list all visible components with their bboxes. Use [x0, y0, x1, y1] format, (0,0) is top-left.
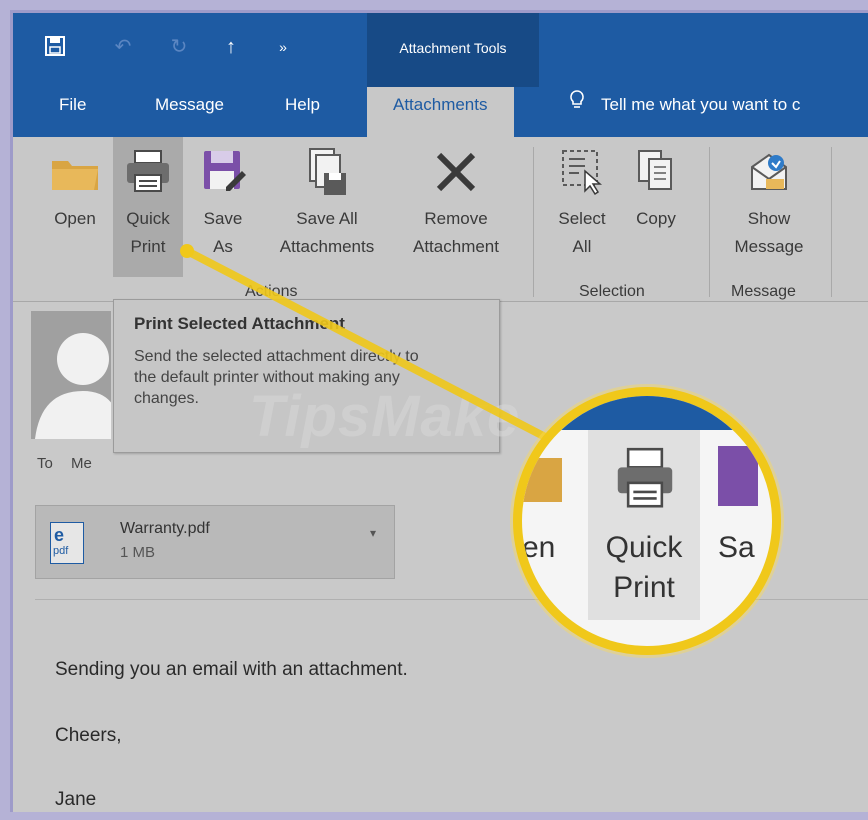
- save-all-label: Save All Attachments: [265, 205, 389, 261]
- title-bar: ↶ ↻ ↑ » Attachment Tools: [13, 13, 868, 87]
- remove-attachment-button[interactable]: Remove Attachment: [397, 137, 515, 277]
- show-message-label: Show Message: [725, 205, 813, 261]
- to-recipient[interactable]: Me: [71, 455, 92, 472]
- tab-attachments[interactable]: Attachments: [367, 87, 514, 137]
- select-all-label-line2: All: [572, 237, 592, 256]
- tab-help[interactable]: Help: [285, 87, 320, 137]
- open-label: Open: [54, 209, 96, 228]
- select-all-label-line1: Select: [558, 209, 606, 228]
- undo-icon[interactable]: ↶: [111, 35, 135, 59]
- zoom-right-partial: Sa: [718, 531, 755, 564]
- select-all-icon: [555, 145, 609, 199]
- save-as-icon: [196, 145, 250, 199]
- copy-button[interactable]: Copy: [623, 137, 689, 277]
- save-all-attachments-button[interactable]: Save All Attachments: [265, 137, 389, 277]
- show-message-button[interactable]: Show Message: [725, 137, 813, 277]
- save-as-label-line2: As: [213, 237, 233, 256]
- attachment-size: 1 MB: [120, 544, 156, 561]
- message-group-label: Message: [731, 283, 796, 300]
- show-message-icon: [742, 145, 796, 199]
- tab-message[interactable]: Message: [155, 87, 224, 137]
- selection-group-label: Selection: [579, 283, 645, 300]
- save-as-button[interactable]: Save As: [191, 137, 255, 277]
- zoom-folder-icon: [522, 458, 562, 502]
- more-icon[interactable]: »: [271, 35, 295, 59]
- redo-icon[interactable]: ↻: [167, 35, 191, 59]
- copy-label: Copy: [636, 209, 676, 228]
- body-line-3: Jane: [55, 789, 97, 810]
- show-message-label-line1: Show: [747, 209, 791, 228]
- body-line-2: Cheers,: [55, 725, 122, 746]
- save-icon[interactable]: [43, 35, 67, 59]
- ribbon-tabs: File Message Help Attachments Tell me wh…: [13, 87, 868, 137]
- zoom-callout: en Quick Print Sa: [513, 387, 781, 655]
- body-line-1: Sending you an email with an attachment.: [55, 659, 408, 680]
- watermark: TipsMake: [249, 384, 521, 449]
- save-all-label-line2: Attachments: [279, 237, 375, 256]
- tab-file[interactable]: File: [59, 87, 86, 137]
- zoom-quick-label: Quick: [605, 531, 683, 564]
- remove-label-line2: Attachment: [413, 237, 499, 256]
- group-separator: [533, 147, 534, 297]
- show-message-label-line2: Message: [734, 237, 804, 256]
- save-all-label-line1: Save All: [296, 209, 358, 228]
- zoom-printer-icon: [610, 444, 680, 519]
- group-separator: [831, 147, 832, 297]
- select-all-label: Select All: [551, 205, 613, 261]
- to-line: To Me: [37, 455, 92, 472]
- copy-icon: [629, 145, 683, 199]
- zoom-title-strip: [522, 396, 772, 430]
- quick-print-label-line2: Print: [130, 237, 166, 256]
- zoom-print-label: Print: [613, 571, 675, 604]
- contextual-title: Attachment Tools: [399, 40, 507, 56]
- save-as-label: Save As: [191, 205, 255, 261]
- contextual-tab-group: Attachment Tools: [367, 13, 539, 87]
- pdf-file-icon: e pdf: [50, 522, 84, 564]
- zoom-save-as-icon: [718, 446, 758, 506]
- save-all-icon: [300, 145, 354, 199]
- tell-me-text: Tell me what you want to c: [601, 95, 801, 114]
- tooltip-title: Print Selected Attachment: [134, 314, 345, 333]
- outlook-window: ↶ ↻ ↑ » Attachment Tools File Message He…: [10, 10, 868, 812]
- save-as-label-line1: Save: [203, 209, 243, 228]
- open-button[interactable]: Open: [43, 137, 107, 277]
- tell-me-search[interactable]: Tell me what you want to c: [569, 87, 800, 123]
- remove-label-line1: Remove: [424, 209, 488, 228]
- select-all-button[interactable]: Select All: [551, 137, 613, 277]
- zoom-left-partial: en: [522, 531, 556, 564]
- attachment-card[interactable]: e pdf Warranty.pdf 1 MB ▾: [35, 505, 395, 579]
- quick-print-button[interactable]: Quick Print: [113, 137, 183, 277]
- printer-icon: [121, 145, 175, 199]
- up-arrow-icon[interactable]: ↑: [219, 35, 243, 59]
- attachment-name: Warranty.pdf: [120, 520, 210, 537]
- lightbulb-icon: [569, 87, 587, 123]
- avatar: [31, 311, 111, 439]
- to-label: To: [37, 455, 53, 472]
- dropdown-arrow-icon[interactable]: ▾: [370, 526, 376, 540]
- quick-print-label-line1: Quick: [126, 209, 170, 228]
- group-separator: [709, 147, 710, 297]
- remove-x-icon: [429, 145, 483, 199]
- file-type-label: pdf: [53, 545, 69, 557]
- folder-icon: [48, 145, 102, 199]
- remove-label: Remove Attachment: [397, 205, 515, 261]
- ribbon: Open Quick Print Save As Save All Attach…: [13, 137, 868, 302]
- quick-print-label: Quick Print: [113, 205, 183, 261]
